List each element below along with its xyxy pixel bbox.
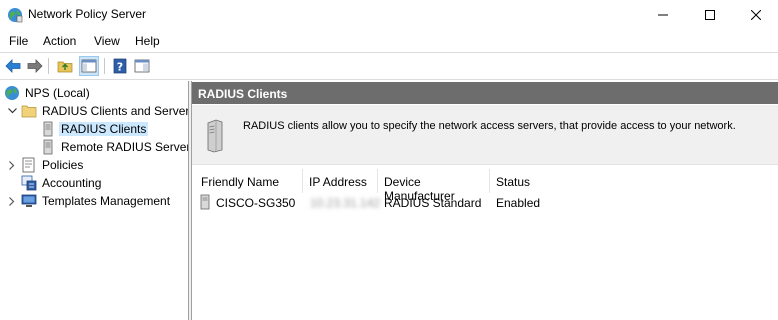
radius-client-icon — [198, 194, 212, 213]
column-header-status[interactable]: Status — [490, 169, 762, 193]
server-tower-icon — [206, 119, 224, 153]
tree-item-templates-management[interactable]: Templates Management — [6, 192, 172, 210]
properties-pane-icon[interactable] — [132, 56, 152, 76]
folder-icon — [21, 103, 37, 119]
column-header-device-manufacturer[interactable]: Device Manufacturer — [378, 169, 490, 203]
menu-bar: File Action View Help — [0, 30, 778, 52]
cell-status: Enabled — [496, 196, 541, 210]
cell-device-manufacturer: RADIUS Standard — [384, 196, 482, 210]
tree-item-label: Remote RADIUS Server — [61, 140, 189, 154]
nps-globe-icon — [7, 7, 23, 23]
tree-item-nps-local[interactable]: NPS (Local) — [4, 84, 92, 102]
forward-arrow-icon[interactable] — [25, 56, 45, 76]
cell-friendly-name: CISCO-SG350 — [216, 196, 296, 210]
menu-action[interactable]: Action — [42, 33, 77, 49]
console-tree: NPS (Local) RADIUS Clients and Servers R… — [0, 81, 189, 320]
toolbar-separator — [48, 58, 49, 74]
chevron-right-icon[interactable] — [6, 195, 18, 207]
tree-item-label: RADIUS Clients and Servers — [42, 104, 189, 118]
templates-monitor-icon — [21, 193, 37, 209]
tree-item-label: RADIUS Clients — [59, 122, 149, 136]
tree-item-label: NPS (Local) — [25, 86, 90, 100]
up-folder-icon[interactable] — [55, 56, 75, 76]
accounting-icon — [21, 175, 37, 191]
description-text: RADIUS clients allow you to specify the … — [243, 120, 736, 132]
menu-help[interactable]: Help — [134, 33, 161, 49]
close-button[interactable] — [733, 0, 778, 30]
svg-text:?: ? — [117, 61, 123, 74]
chevron-down-icon[interactable] — [6, 105, 18, 117]
toolbar: ? — [0, 52, 778, 80]
tree-item-remote-radius-server[interactable]: Remote RADIUS Server — [40, 138, 189, 156]
back-arrow-icon[interactable] — [3, 56, 23, 76]
policies-document-icon — [21, 157, 37, 173]
table-row[interactable]: CISCO-SG350 10.23.31.142 RADIUS Standard… — [192, 193, 778, 211]
list-header: Friendly Name IP Address Device Manufact… — [192, 169, 778, 203]
menu-view[interactable]: View — [93, 33, 121, 49]
tree-item-label: Policies — [42, 158, 84, 172]
window-title: Network Policy Server — [28, 7, 147, 21]
chevron-right-icon[interactable] — [6, 159, 18, 171]
tree-item-policies[interactable]: Policies — [6, 156, 85, 174]
description-panel: RADIUS clients allow you to specify the … — [192, 105, 778, 165]
minimize-button[interactable] — [640, 0, 686, 30]
tree-item-radius-clients[interactable]: RADIUS Clients — [40, 120, 149, 138]
tree-item-radius-clients-and-servers[interactable]: RADIUS Clients and Servers — [6, 102, 189, 120]
details-pane: RADIUS Clients RADIUS clients allow you … — [192, 81, 778, 320]
cell-ip-address: 10.23.31.142 — [310, 196, 381, 210]
details-header: RADIUS Clients — [192, 82, 778, 104]
server-icon — [40, 139, 56, 155]
title-bar: Network Policy Server — [0, 0, 778, 30]
tree-item-label: Accounting — [42, 176, 102, 190]
server-icon — [40, 121, 56, 137]
toolbar-separator — [104, 58, 105, 74]
nps-globe-icon — [4, 85, 20, 101]
tree-item-label: Templates Management — [42, 194, 171, 208]
column-header-ip-address[interactable]: IP Address — [303, 169, 378, 193]
tree-item-accounting[interactable]: Accounting — [21, 174, 103, 192]
show-hide-console-tree-icon[interactable] — [79, 56, 99, 76]
help-icon[interactable]: ? — [110, 56, 130, 76]
column-header-friendly-name[interactable]: Friendly Name — [195, 169, 303, 193]
maximize-button[interactable] — [687, 0, 733, 30]
menu-file[interactable]: File — [8, 33, 29, 49]
